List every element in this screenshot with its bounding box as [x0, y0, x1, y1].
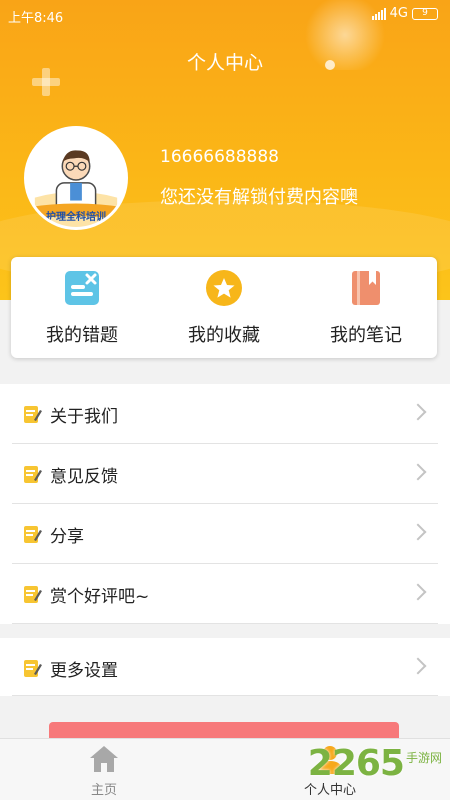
status-time: 上午8:46: [8, 11, 64, 26]
signal-icon: [371, 7, 386, 20]
menu-item-label: 更多设置: [50, 661, 118, 681]
my-notes-button[interactable]: 我的笔记: [295, 257, 437, 358]
menu-item-label: 意见反馈: [50, 467, 118, 487]
menu-item-about-us[interactable]: 关于我们: [0, 384, 450, 444]
settings-list: 更多设置: [0, 638, 450, 696]
tab-home-label: 主页: [90, 783, 117, 798]
divider: [12, 623, 438, 624]
avatar-caption: 护理全科培训: [46, 212, 106, 223]
network-type: 4G: [389, 6, 408, 21]
note-pencil-icon: [24, 406, 42, 423]
note-pencil-icon: [24, 466, 42, 483]
profile-header: 上午8:46 4G 9 个人中心 护理全科培训 16666688888 您还没有…: [0, 0, 450, 300]
my-notes-label: 我的笔记: [330, 325, 402, 346]
unlock-status-text: 您还没有解锁付费内容噢: [160, 187, 358, 208]
status-bar: 上午8:46 4G 9: [0, 0, 450, 30]
my-wrong-questions-button[interactable]: 我的错题: [11, 257, 153, 358]
site-watermark: 2265 手游网: [307, 743, 442, 784]
chevron-right-icon: [409, 403, 427, 421]
chevron-right-icon: [409, 523, 427, 541]
avatar[interactable]: 护理全科培训: [24, 126, 128, 230]
menu-item-feedback[interactable]: 意见反馈: [0, 444, 450, 504]
my-favorites-button[interactable]: 我的收藏: [153, 257, 295, 358]
wrong-questions-icon: [65, 271, 99, 305]
menu-item-more-settings[interactable]: 更多设置: [0, 638, 450, 696]
page-title: 个人中心: [186, 52, 263, 74]
divider: [12, 695, 438, 696]
menu-item-rate-us[interactable]: 赏个好评吧~: [0, 564, 450, 624]
battery-icon: 9: [412, 7, 438, 20]
star-icon: [206, 270, 242, 306]
note-pencil-icon: [24, 526, 42, 543]
my-wrong-questions-label: 我的错题: [46, 325, 118, 346]
notebook-icon: [352, 271, 380, 305]
chevron-right-icon: [409, 583, 427, 601]
menu-item-share[interactable]: 分享: [0, 504, 450, 564]
menu-item-label: 关于我们: [50, 407, 118, 427]
note-pencil-icon: [24, 586, 42, 603]
note-pencil-icon: [24, 660, 42, 677]
my-favorites-label: 我的收藏: [188, 325, 260, 346]
chevron-right-icon: [409, 463, 427, 481]
watermark-number: 2265: [307, 743, 405, 784]
quick-actions-card: 我的错题 我的收藏 我的笔记: [11, 257, 437, 358]
menu-item-label: 赏个好评吧~: [50, 587, 150, 607]
user-phone: 16666688888: [160, 147, 279, 167]
tab-home[interactable]: 主页: [44, 739, 164, 800]
chevron-right-icon: [409, 657, 427, 675]
watermark-text: 手游网: [405, 751, 442, 765]
menu-list: 关于我们 意见反馈 分享 赏个好评吧~: [0, 384, 450, 624]
home-icon: [90, 746, 118, 772]
menu-item-label: 分享: [50, 527, 84, 547]
